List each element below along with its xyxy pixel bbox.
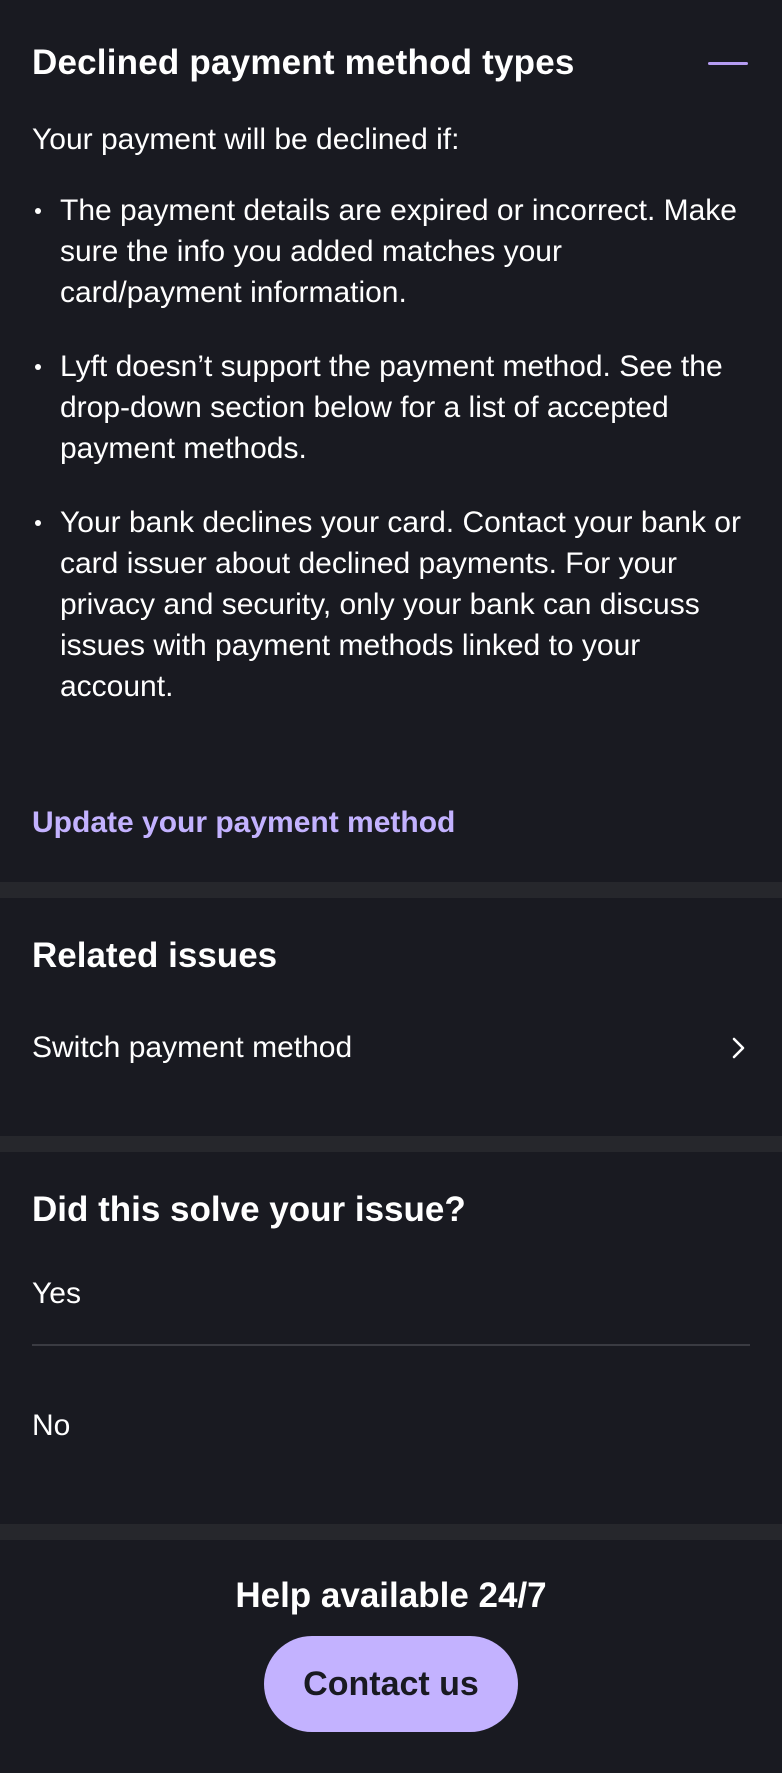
related-issue-switch-payment[interactable]: Switch payment method bbox=[32, 1018, 750, 1078]
feedback-no-option[interactable]: No bbox=[32, 1376, 750, 1476]
bullet-icon bbox=[35, 520, 41, 526]
reason-text: The payment details are expired or incor… bbox=[60, 194, 737, 309]
feedback-yes-option[interactable]: Yes bbox=[32, 1244, 750, 1346]
help-title: Help available 24/7 bbox=[235, 1576, 547, 1615]
reason-list: The payment details are expired or incor… bbox=[32, 190, 750, 707]
section-divider bbox=[0, 1524, 782, 1540]
related-issue-label: Switch payment method bbox=[32, 1031, 353, 1064]
feedback-no-label: No bbox=[32, 1409, 71, 1442]
accordion-intro: Your payment will be declined if: bbox=[32, 123, 460, 156]
accordion-title: Declined payment method types bbox=[32, 43, 575, 82]
help-section: Help available 24/7 Contact us bbox=[0, 1540, 782, 1760]
related-issues-section: Related issues Switch payment method bbox=[0, 898, 782, 1136]
bullet-icon bbox=[35, 364, 41, 370]
accordion-header[interactable]: Declined payment method types bbox=[32, 40, 750, 86]
declined-payment-accordion: Declined payment method types Your payme… bbox=[0, 0, 782, 882]
bullet-icon bbox=[35, 208, 41, 214]
contact-us-button[interactable]: Contact us bbox=[264, 1636, 518, 1732]
chevron-right-icon bbox=[732, 1037, 745, 1059]
related-issues-heading: Related issues bbox=[32, 936, 278, 975]
reason-text: Your bank declines your card. Contact yo… bbox=[60, 506, 741, 703]
list-item: Lyft doesn’t support the payment method.… bbox=[32, 346, 750, 469]
reason-text: Lyft doesn’t support the payment method.… bbox=[60, 350, 723, 465]
list-item: Your bank declines your card. Contact yo… bbox=[32, 502, 750, 707]
feedback-heading: Did this solve your issue? bbox=[32, 1190, 466, 1229]
feedback-yes-label: Yes bbox=[32, 1277, 81, 1310]
feedback-section: Did this solve your issue? Yes No bbox=[0, 1152, 782, 1524]
section-divider bbox=[0, 1136, 782, 1152]
list-item: The payment details are expired or incor… bbox=[32, 190, 750, 313]
update-payment-method-link[interactable]: Update your payment method bbox=[32, 806, 455, 840]
section-divider bbox=[0, 882, 782, 898]
minus-icon[interactable] bbox=[708, 61, 748, 65]
